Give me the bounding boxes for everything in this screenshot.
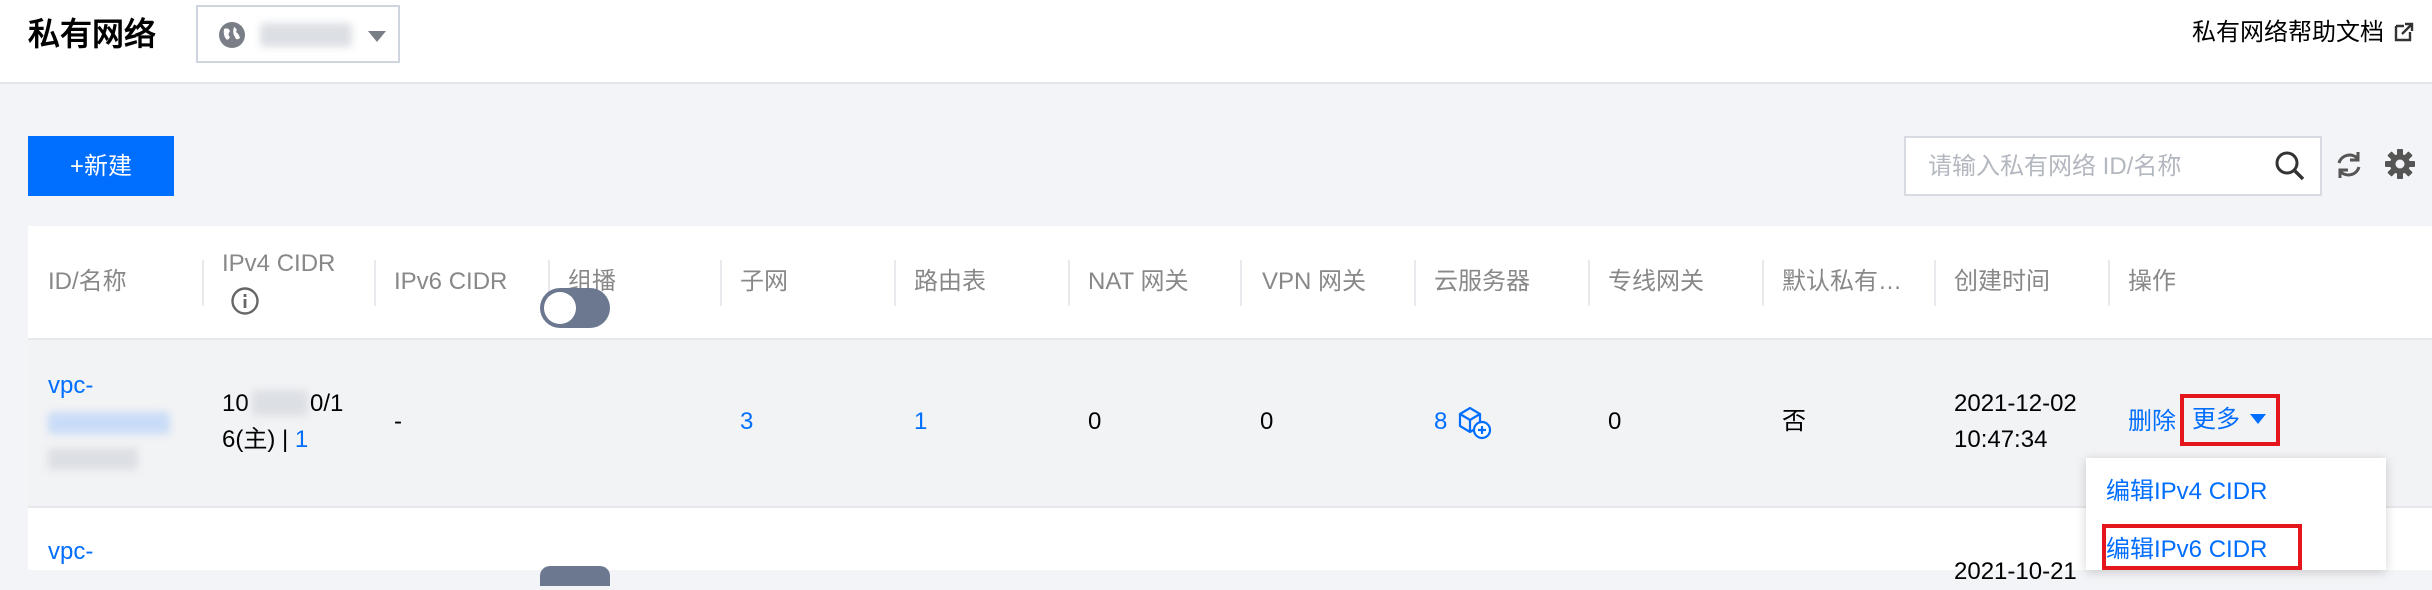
col-default: 默认私有… — [1782, 268, 1902, 295]
edit-ipv6-cidr-item[interactable]: 编辑IPv6 CIDR — [2106, 534, 2267, 566]
column-divider — [1588, 260, 1590, 306]
refresh-icon[interactable] — [2334, 150, 2364, 180]
vpc-id-link[interactable]: vpc- — [48, 534, 93, 570]
table-header: ID/名称 IPv4 CIDR IPv6 CIDR 组播 子网 路由表 NAT … — [28, 226, 2432, 340]
nat-gateway-count: 0 — [1088, 408, 1102, 435]
ipv4-cidr-primary-text: 6(主) | — [222, 426, 295, 453]
col-ipv4-cidr: IPv4 CIDR — [222, 250, 336, 277]
delete-link[interactable]: 删除 — [2128, 404, 2176, 440]
col-vpn-gateway: VPN 网关 — [1262, 268, 1367, 295]
column-divider — [202, 260, 204, 306]
more-actions-dropdown: 编辑IPv4 CIDR 编辑IPv6 CIDR — [2086, 458, 2386, 570]
ipv4-cidr-part: 0/1 — [310, 390, 344, 417]
column-divider — [1762, 260, 1764, 306]
vpc-id-link[interactable]: vpc- — [48, 368, 93, 404]
col-nat-gateway: NAT 网关 — [1088, 268, 1189, 295]
col-created-time: 创建时间 — [1954, 268, 2050, 295]
col-actions: 操作 — [2128, 268, 2176, 295]
cvm-count-link[interactable]: 8 — [1434, 404, 1447, 440]
search-input[interactable] — [1926, 138, 2250, 196]
help-doc-link[interactable]: 私有网络帮助文档 — [2192, 18, 2384, 48]
external-link-icon[interactable] — [2394, 22, 2414, 42]
chevron-down-icon — [368, 31, 386, 42]
vpc-name-redacted — [48, 448, 138, 470]
ipv4-cidr-count-link[interactable]: 1 — [295, 426, 308, 453]
toggle-knob — [544, 292, 576, 324]
table-row — [28, 340, 2432, 506]
created-date: 2021-10-21 — [1954, 558, 2077, 585]
column-divider — [1240, 260, 1242, 306]
vpc-id-redacted — [48, 412, 170, 434]
subnets-link[interactable]: 3 — [740, 404, 753, 440]
gear-icon[interactable] — [2384, 148, 2416, 180]
vpn-gateway-count: 0 — [1260, 408, 1274, 435]
column-divider — [1068, 260, 1070, 306]
col-subnets: 子网 — [740, 268, 788, 295]
col-dc-gateway: 专线网关 — [1608, 268, 1704, 295]
column-divider — [894, 260, 896, 306]
column-divider — [1934, 260, 1936, 306]
ipv4-cidr-redacted — [252, 390, 308, 416]
top-bar: 私有网络 私有网络帮助文档 — [0, 0, 2432, 84]
region-name-redacted — [260, 23, 352, 47]
new-vpc-button[interactable]: +新建 — [28, 136, 174, 196]
globe-icon — [219, 22, 245, 48]
route-tables-link[interactable]: 1 — [914, 404, 927, 440]
multicast-toggle[interactable] — [540, 566, 610, 586]
col-route-tables: 路由表 — [914, 268, 986, 295]
col-id-name: ID/名称 — [48, 268, 127, 295]
ipv4-cidr-primary: 6(主) | 1 — [222, 422, 308, 458]
col-ipv6-cidr: IPv6 CIDR — [394, 268, 508, 295]
info-icon[interactable] — [230, 286, 260, 316]
search-icon[interactable] — [2274, 150, 2306, 182]
search-box[interactable] — [1904, 136, 2322, 196]
ipv6-cidr: - — [394, 408, 402, 435]
multicast-toggle[interactable] — [540, 288, 610, 328]
default-vpc-value: 否 — [1782, 408, 1806, 435]
col-cvm: 云服务器 — [1434, 268, 1530, 295]
caret-down-icon — [2250, 414, 2266, 424]
column-divider — [1414, 260, 1416, 306]
dc-gateway-count: 0 — [1608, 408, 1622, 435]
created-time: 10:47:34 — [1954, 426, 2048, 453]
edit-ipv4-cidr-item[interactable]: 编辑IPv4 CIDR — [2106, 476, 2267, 508]
column-divider — [2108, 260, 2110, 306]
ipv4-cidr-part: 10 — [222, 390, 249, 417]
column-divider — [374, 260, 376, 306]
add-cvm-icon[interactable] — [1456, 404, 1492, 440]
page-title: 私有网络 — [28, 16, 157, 52]
region-select[interactable] — [196, 5, 400, 63]
created-date: 2021-12-02 — [1954, 390, 2077, 417]
more-actions-button[interactable]: 更多 — [2180, 394, 2280, 446]
column-divider — [720, 260, 722, 306]
more-label: 更多 — [2192, 406, 2240, 433]
